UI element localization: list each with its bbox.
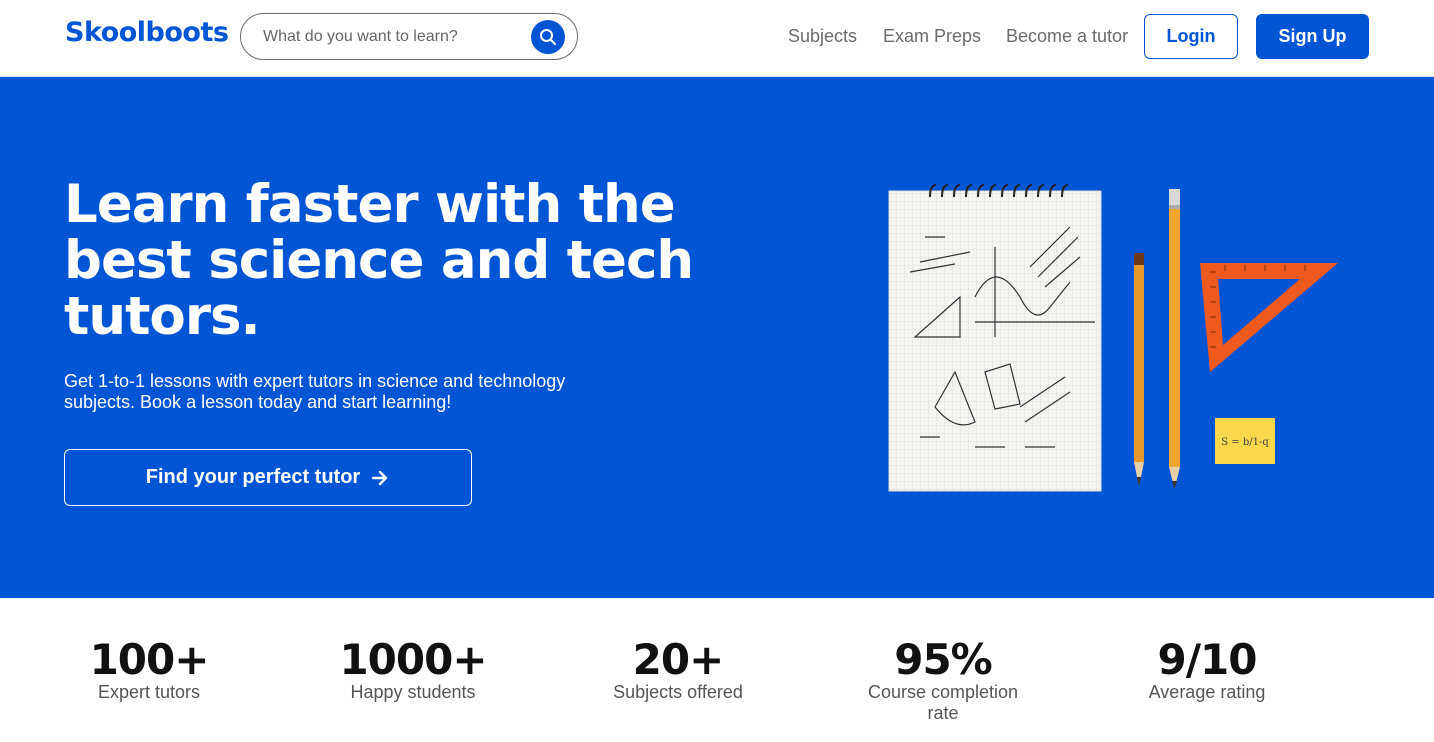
notebook-pencils-ruler-illustration: S = b/1-q xyxy=(888,184,1338,492)
stat-expert-tutors: 100+ Expert tutors xyxy=(29,636,269,703)
stat-subjects-offered: 20+ Subjects offered xyxy=(558,636,798,703)
find-tutor-label: Find your perfect tutor xyxy=(145,466,361,488)
signup-button[interactable]: Sign Up xyxy=(1256,14,1369,59)
login-button[interactable]: Login xyxy=(1144,14,1238,59)
stat-value: 100+ xyxy=(89,635,210,684)
sticky-note-image: S = b/1-q xyxy=(1215,418,1275,464)
stat-value: 9/10 xyxy=(1157,635,1257,684)
stat-course-completion: 95% Course completion rate xyxy=(823,636,1063,724)
stat-value: 20+ xyxy=(632,635,725,684)
arrow-right-icon xyxy=(372,470,388,485)
search-icon xyxy=(540,29,556,45)
hero-title: Learn faster with the best science and t… xyxy=(64,174,694,347)
pencil-long-image xyxy=(1169,189,1180,489)
stat-label: Average rating xyxy=(1148,682,1266,702)
stat-label: Happy students xyxy=(350,682,476,702)
sticky-note-text: S = b/1-q xyxy=(1221,437,1269,448)
hero-subtitle: Get 1-to-1 lessons with expert tutors in… xyxy=(64,371,566,412)
search-bar xyxy=(240,13,578,60)
nav-link-become-a-tutor[interactable]: Become a tutor xyxy=(1006,26,1128,47)
stat-value: 1000+ xyxy=(339,635,487,684)
hero-section: Learn faster with the best science and t… xyxy=(0,77,1434,598)
stat-value: 95% xyxy=(894,635,993,684)
set-square-ruler-image xyxy=(1200,263,1338,372)
nav-link-exam-preps[interactable]: Exam Preps xyxy=(883,26,981,47)
stats-section: 100+ Expert tutors 1000+ Happy students … xyxy=(0,598,1434,742)
stat-happy-students: 1000+ Happy students xyxy=(293,636,533,703)
search-button[interactable] xyxy=(531,20,565,54)
notebook-image xyxy=(888,184,1102,492)
stat-label: Expert tutors xyxy=(97,682,201,702)
stat-average-rating: 9/10 Average rating xyxy=(1087,636,1327,703)
pencil-short-image xyxy=(1134,253,1144,487)
brand-logo[interactable]: Skoolboots xyxy=(65,17,229,48)
nav-link-subjects[interactable]: Subjects xyxy=(788,26,857,47)
find-tutor-button[interactable]: Find your perfect tutor xyxy=(64,449,472,506)
top-navbar: Skoolboots Subjects Exam Preps Become a … xyxy=(0,0,1434,77)
search-input[interactable] xyxy=(263,26,513,48)
stat-label: Subjects offered xyxy=(613,682,743,702)
stat-label: Course completion rate xyxy=(867,682,1019,723)
